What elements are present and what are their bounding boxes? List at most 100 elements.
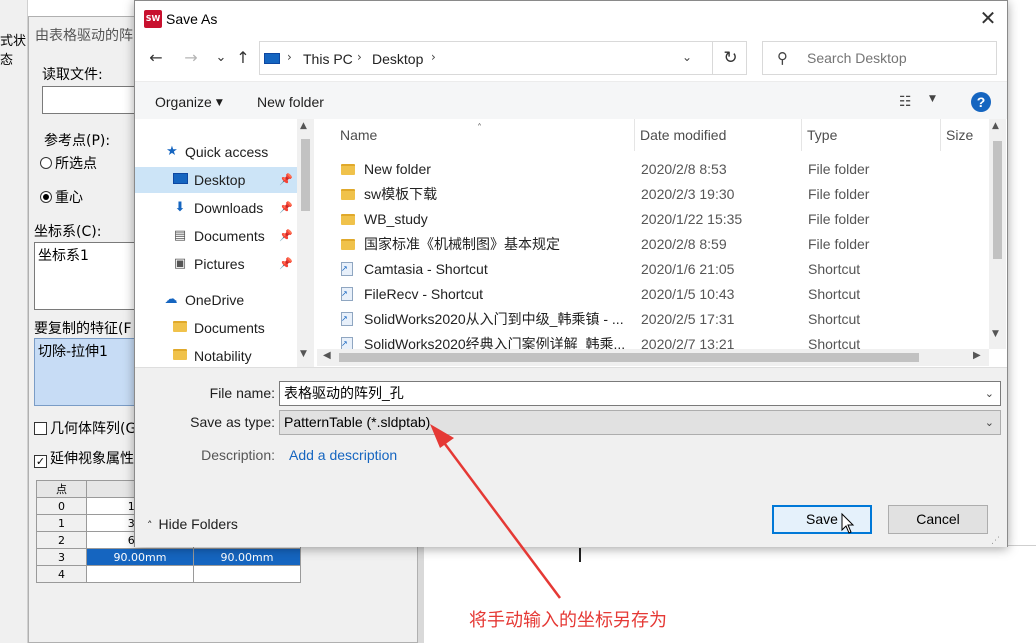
file-list-vertical-scrollbar[interactable]: ▲ ▼ (989, 119, 1006, 349)
file-row[interactable]: sw模板下载 2020/2/3 19:30 File folder (317, 182, 987, 207)
column-header-type[interactable]: Type (802, 119, 941, 151)
table-cell-y[interactable]: 90.00mm (193, 548, 301, 566)
file-date: 2020/2/7 13:21 (641, 336, 735, 349)
file-row[interactable]: SolidWorks2020从入门到中级_韩乘镇 - ... 2020/2/5 … (317, 307, 987, 332)
geometry-pattern-checkbox[interactable]: 几何体阵列(G (34, 418, 136, 438)
file-name: SolidWorks2020经典入门案例详解_韩乘... (364, 336, 626, 349)
address-dropdown-icon[interactable]: ⌄ (682, 50, 692, 64)
resize-grip-icon[interactable]: ⋰ (991, 536, 1000, 546)
coordinate-system-list[interactable]: 坐标系1 (34, 242, 136, 310)
file-name-value[interactable]: 表格驱动的阵列_孔 (284, 385, 404, 401)
sidebar-item-pictures[interactable]: ▣ Pictures 📌 (135, 251, 297, 277)
scrollbar-thumb[interactable] (993, 141, 1002, 259)
table-cell-x[interactable]: 90.00mm (86, 548, 194, 566)
coordinate-system-item[interactable]: 坐标系1 (38, 245, 89, 265)
breadcrumb-chevron-icon[interactable]: › (431, 50, 436, 64)
breadcrumb-desktop[interactable]: Desktop (372, 51, 423, 67)
file-type: Shortcut (808, 336, 861, 349)
file-type: File folder (808, 186, 870, 202)
sidebar-item-onedrive-documents[interactable]: Documents (135, 315, 297, 341)
file-row[interactable]: 国家标准《机械制图》基本规定 2020/2/8 8:59 File folder (317, 232, 987, 257)
sidebar-item-downloads[interactable]: ⬇ Downloads 📌 (135, 195, 297, 221)
file-date: 2020/1/5 10:43 (641, 286, 735, 302)
view-dropdown-caret-icon[interactable]: ▼ (929, 94, 936, 104)
column-header-name[interactable]: Name ˄ (335, 119, 635, 151)
forward-arrow-icon[interactable]: → (180, 47, 202, 69)
table-row-selected[interactable]: 3 90.00mm 90.00mm (36, 548, 301, 566)
save-options-panel: File name: 表格驱动的阵列_孔 ⌄ Save as type: Pat… (135, 367, 1007, 547)
scroll-right-arrow-icon[interactable]: ▶ (973, 350, 981, 361)
pin-icon[interactable]: 📌 (279, 251, 293, 277)
navigation-scrollbar[interactable]: ▲ ▼ (297, 119, 314, 367)
file-name-field[interactable]: 表格驱动的阵列_孔 ⌄ (279, 381, 1001, 406)
file-name-dropdown-icon[interactable]: ⌄ (985, 382, 994, 405)
pin-icon[interactable]: 📌 (279, 167, 293, 193)
sidebar-item-desktop[interactable]: Desktop 📌 (135, 167, 297, 193)
refresh-icon[interactable]: ↻ (712, 42, 748, 74)
search-box[interactable]: ⚲ (762, 41, 997, 75)
search-input[interactable] (807, 50, 987, 66)
file-type: Shortcut (808, 311, 861, 327)
close-icon[interactable]: ✕ (977, 7, 999, 29)
scroll-down-arrow-icon[interactable]: ▼ (992, 329, 999, 339)
table-row[interactable]: 4 (36, 565, 301, 583)
sidebar-item-notability[interactable]: Notability (135, 343, 297, 367)
radio-selected-point[interactable]: 所选点 (40, 153, 97, 173)
hide-folders-button[interactable]: ˄ Hide Folders (147, 516, 238, 532)
propagate-visual-checkbox[interactable]: ✓ 延伸视象属性 (34, 448, 134, 468)
breadcrumb-chevron-icon[interactable]: › (287, 50, 292, 64)
read-file-label: 读取文件: (42, 67, 103, 83)
recent-locations-chevron-icon[interactable]: ⌄ (210, 47, 232, 69)
pin-icon[interactable]: 📌 (279, 195, 293, 221)
read-file-input[interactable] (42, 86, 138, 114)
change-view-icon[interactable]: ☷ (899, 94, 912, 110)
add-description-link[interactable]: Add a description (289, 447, 397, 463)
background-left-strip: 式状态 (0, 0, 28, 643)
file-row[interactable]: Camtasia - Shortcut 2020/1/6 21:05 Short… (317, 257, 987, 282)
scrollbar-thumb[interactable] (339, 353, 919, 362)
scroll-up-arrow-icon[interactable]: ▲ (300, 121, 307, 131)
breadcrumb-chevron-icon[interactable]: › (357, 50, 362, 64)
table-cell-x[interactable] (86, 565, 194, 583)
new-folder-button[interactable]: New folder (257, 94, 324, 110)
save-as-type-dropdown-icon[interactable]: ⌄ (985, 411, 994, 434)
feature-item[interactable]: 切除-拉伸1 (38, 341, 108, 361)
save-as-type-select[interactable]: PatternTable (*.sldptab) ⌄ (279, 410, 1001, 435)
pin-icon[interactable]: 📌 (279, 223, 293, 249)
column-header-date-modified[interactable]: Date modified (635, 119, 802, 151)
file-name: SolidWorks2020从入门到中级_韩乘镇 - ... (364, 311, 624, 327)
file-row[interactable]: SolidWorks2020经典入门案例详解_韩乘... 2020/2/7 13… (317, 332, 987, 349)
column-header-size[interactable]: Size (941, 119, 989, 151)
shortcut-icon (341, 257, 353, 282)
save-button[interactable]: Save (772, 505, 872, 534)
scrollbar-thumb[interactable] (301, 139, 310, 211)
sidebar-item-documents[interactable]: ▤ Documents 📌 (135, 223, 297, 249)
file-row[interactable]: New folder 2020/2/8 8:53 File folder (317, 157, 987, 182)
shortcut-icon (341, 307, 353, 332)
radio-icon (40, 157, 52, 169)
up-arrow-icon[interactable]: ↑ (232, 47, 254, 69)
file-list-horizontal-scrollbar[interactable]: ◀ ▶ (317, 349, 989, 366)
breadcrumb-this-pc[interactable]: This PC (303, 51, 353, 67)
solidworks-app-icon: SW (144, 10, 162, 28)
dialog-titlebar[interactable]: SW Save As ✕ (135, 1, 1007, 37)
address-bar[interactable]: › This PC › Desktop › ⌄ ↻ (259, 41, 747, 75)
file-name: FileRecv - Shortcut (364, 286, 484, 302)
scroll-left-arrow-icon[interactable]: ◀ (323, 350, 331, 361)
file-row[interactable]: FileRecv - Shortcut 2020/1/5 10:43 Short… (317, 282, 987, 307)
table-cell-y[interactable] (193, 565, 301, 583)
file-list: Name ˄ Date modified Type Size New folde… (317, 119, 1007, 367)
help-icon[interactable]: ? (971, 92, 991, 112)
sidebar-item-quick-access[interactable]: ★ Quick access (135, 139, 297, 165)
scroll-down-arrow-icon[interactable]: ▼ (300, 349, 307, 359)
scroll-up-arrow-icon[interactable]: ▲ (992, 121, 999, 131)
file-row[interactable]: WB_study 2020/1/22 15:35 File folder (317, 207, 987, 232)
radio-centroid[interactable]: 重心 (40, 187, 83, 207)
features-to-copy-list[interactable]: 切除-拉伸1 (34, 338, 136, 406)
organize-button[interactable]: Organize ▼ (155, 94, 223, 110)
desktop-icon (171, 167, 189, 193)
cancel-button[interactable]: Cancel (888, 505, 988, 534)
sidebar-item-onedrive[interactable]: ☁ OneDrive (135, 287, 297, 313)
table-cell-index: 4 (36, 565, 87, 583)
back-arrow-icon[interactable]: ← (145, 47, 167, 69)
